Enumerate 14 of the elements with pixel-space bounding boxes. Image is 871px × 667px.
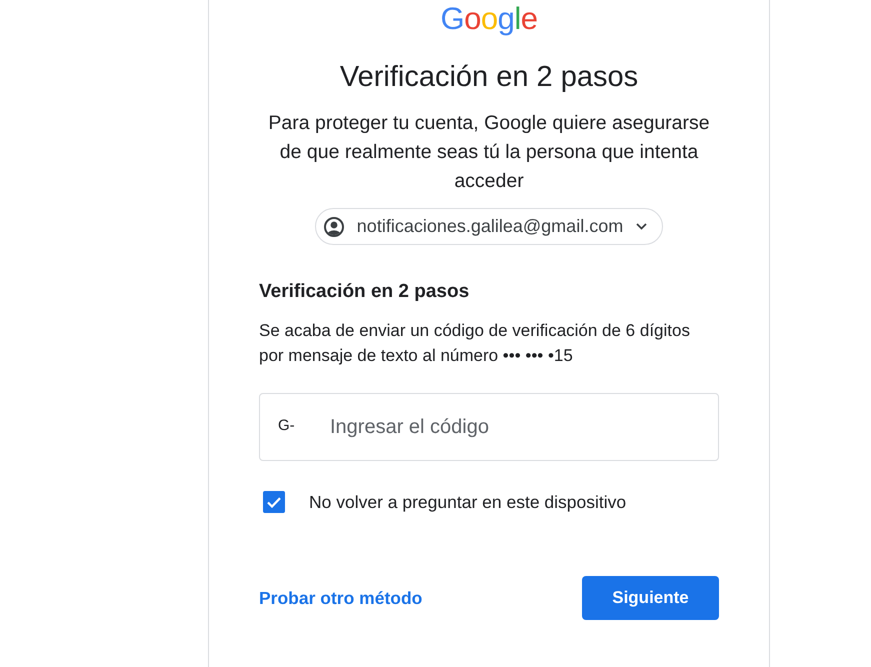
page-description: Para proteger tu cuenta, Google quiere asegurarse de que realmente seas tú la persona que intenta acceder [267, 111, 711, 194]
logo: Google [440, 2, 538, 36]
code-prefix: G- [278, 417, 295, 434]
next-button[interactable]: Siguiente [582, 576, 719, 620]
verification-message: Se acaba de enviar un código de verificación de 6 dígitos por mensaje de texto al número ••• ••• •15 [259, 320, 691, 367]
account-chip[interactable]: notificaciones.galilea@gmail.com [314, 208, 664, 245]
account-circle-icon [324, 216, 344, 236]
checkmark-icon [267, 496, 281, 508]
section-heading: Verificación en 2 pasos [259, 280, 470, 304]
page-title: Verificación en 2 pasos [340, 60, 638, 95]
try-another-method-link[interactable]: Probar otro método [259, 588, 422, 608]
checkbox[interactable] [263, 491, 285, 513]
chevron-down-icon [636, 223, 648, 230]
checkbox-label: No volver a preguntar en este dispositivo [309, 492, 626, 512]
